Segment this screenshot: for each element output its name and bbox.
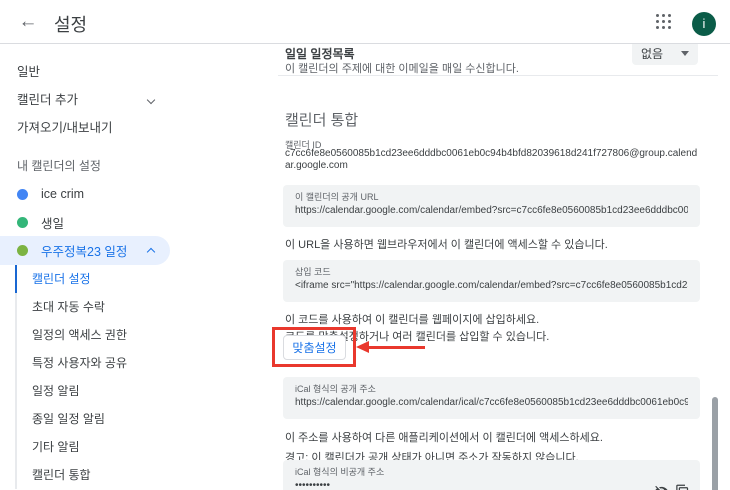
scrollbar-thumb[interactable] bbox=[712, 397, 718, 490]
subitem-calendar-settings[interactable]: 캘린더 설정 bbox=[15, 265, 260, 293]
calendar-item-birthday[interactable]: 생일 bbox=[0, 208, 260, 236]
sidebar-section-my-calendars: 내 캘린더의 설정 bbox=[0, 152, 260, 180]
subitem-share-with-people[interactable]: 특정 사용자와 공유 bbox=[15, 349, 260, 377]
public-url-box: 이 캘린더의 공개 URL https://calendar.google.co… bbox=[283, 185, 700, 227]
embed-note-1: 이 코드를 사용하여 이 캘린더를 웹페이지에 삽입하세요. bbox=[285, 311, 539, 327]
settings-page: ← 설정 i 일반 캘린더 추가 가져오기/내보내기 내 캘린더의 설정 ice… bbox=[0, 0, 730, 490]
calendar-subitems: 캘린더 설정 초대 자동 수락 일정의 액세스 권한 특정 사용자와 공유 일정… bbox=[15, 265, 260, 489]
embed-code-box: 삽입 코드 <iframe src="https://calendar.goog… bbox=[283, 260, 700, 302]
apps-grid-icon[interactable] bbox=[656, 14, 672, 30]
page-title: 설정 bbox=[54, 11, 87, 37]
back-arrow-icon[interactable]: ← bbox=[16, 10, 40, 34]
visibility-off-icon[interactable] bbox=[654, 484, 669, 490]
daily-agenda-dropdown[interactable]: 없음 bbox=[632, 41, 698, 65]
embed-code-label: 삽입 코드 bbox=[295, 267, 688, 278]
subitem-integrate-calendar[interactable]: 캘린더 통합 bbox=[15, 461, 260, 489]
annotation-arrow-shaft bbox=[367, 346, 425, 349]
public-url-note: 이 URL을 사용하면 웹브라우저에서 이 캘린더에 액세스할 수 있습니다. bbox=[285, 236, 608, 252]
ical-private-box: iCal 형식의 비공개 주소 •••••••••• bbox=[283, 460, 700, 490]
calendar-item-ice-crim[interactable]: ice crim bbox=[0, 180, 260, 208]
ical-note: 이 주소를 사용하여 다른 애플리케이션에서 이 캘린더에 액세스하세요. bbox=[285, 429, 603, 445]
calendar-color-dot bbox=[17, 245, 28, 256]
sidebar-item-import-export[interactable]: 가져오기/내보내기 bbox=[0, 114, 260, 142]
calendar-color-dot bbox=[17, 217, 28, 228]
sidebar-item-add-calendar[interactable]: 캘린더 추가 bbox=[0, 86, 260, 114]
subitem-other-notifications[interactable]: 기타 알림 bbox=[15, 433, 260, 461]
chevron-down-icon bbox=[147, 96, 155, 104]
ical-private-label: iCal 형식의 비공개 주소 bbox=[295, 467, 688, 478]
header-bar: ← 설정 i bbox=[0, 0, 730, 44]
daily-agenda-description: 이 캘린더의 주제에 대한 이메일을 매일 수신합니다. bbox=[285, 60, 519, 76]
chevron-up-icon bbox=[147, 248, 155, 256]
ical-private-value: •••••••••• bbox=[295, 478, 688, 490]
ical-public-box: iCal 형식의 공개 주소 https://calendar.google.c… bbox=[283, 377, 700, 419]
subitem-allday-notifications[interactable]: 종일 일정 알림 bbox=[15, 405, 260, 433]
public-url-label: 이 캘린더의 공개 URL bbox=[295, 192, 688, 203]
section-divider bbox=[278, 75, 718, 76]
calendar-color-dot bbox=[17, 189, 28, 200]
calendar-item-active[interactable]: 우주정복23 일정 bbox=[0, 236, 170, 265]
embed-code-value[interactable]: <iframe src="https://calendar.google.com… bbox=[295, 278, 688, 293]
subitem-event-notifications[interactable]: 일정 알림 bbox=[15, 377, 260, 405]
subitem-access-permissions[interactable]: 일정의 액세스 권한 bbox=[15, 321, 260, 349]
sidebar-item-general[interactable]: 일반 bbox=[0, 58, 260, 86]
dropdown-caret-icon bbox=[681, 51, 689, 56]
public-url-value[interactable]: https://calendar.google.com/calendar/emb… bbox=[295, 203, 688, 218]
calendar-id-value: c7cc6fe8e0560085b1cd23ee6dddbc0061eb0c94… bbox=[285, 148, 702, 172]
avatar[interactable]: i bbox=[692, 12, 716, 36]
ical-public-label: iCal 형식의 공개 주소 bbox=[295, 384, 688, 395]
customize-button[interactable]: 맞춤설정 bbox=[283, 335, 346, 360]
ical-public-value[interactable]: https://calendar.google.com/calendar/ica… bbox=[295, 395, 688, 410]
dropdown-value: 없음 bbox=[641, 45, 663, 62]
sidebar: 일반 캘린더 추가 가져오기/내보내기 내 캘린더의 설정 ice crim 생… bbox=[0, 44, 260, 490]
subitem-auto-accept[interactable]: 초대 자동 수락 bbox=[15, 293, 260, 321]
copy-icon[interactable] bbox=[675, 484, 690, 490]
integration-heading: 캘린더 통합 bbox=[285, 109, 358, 130]
